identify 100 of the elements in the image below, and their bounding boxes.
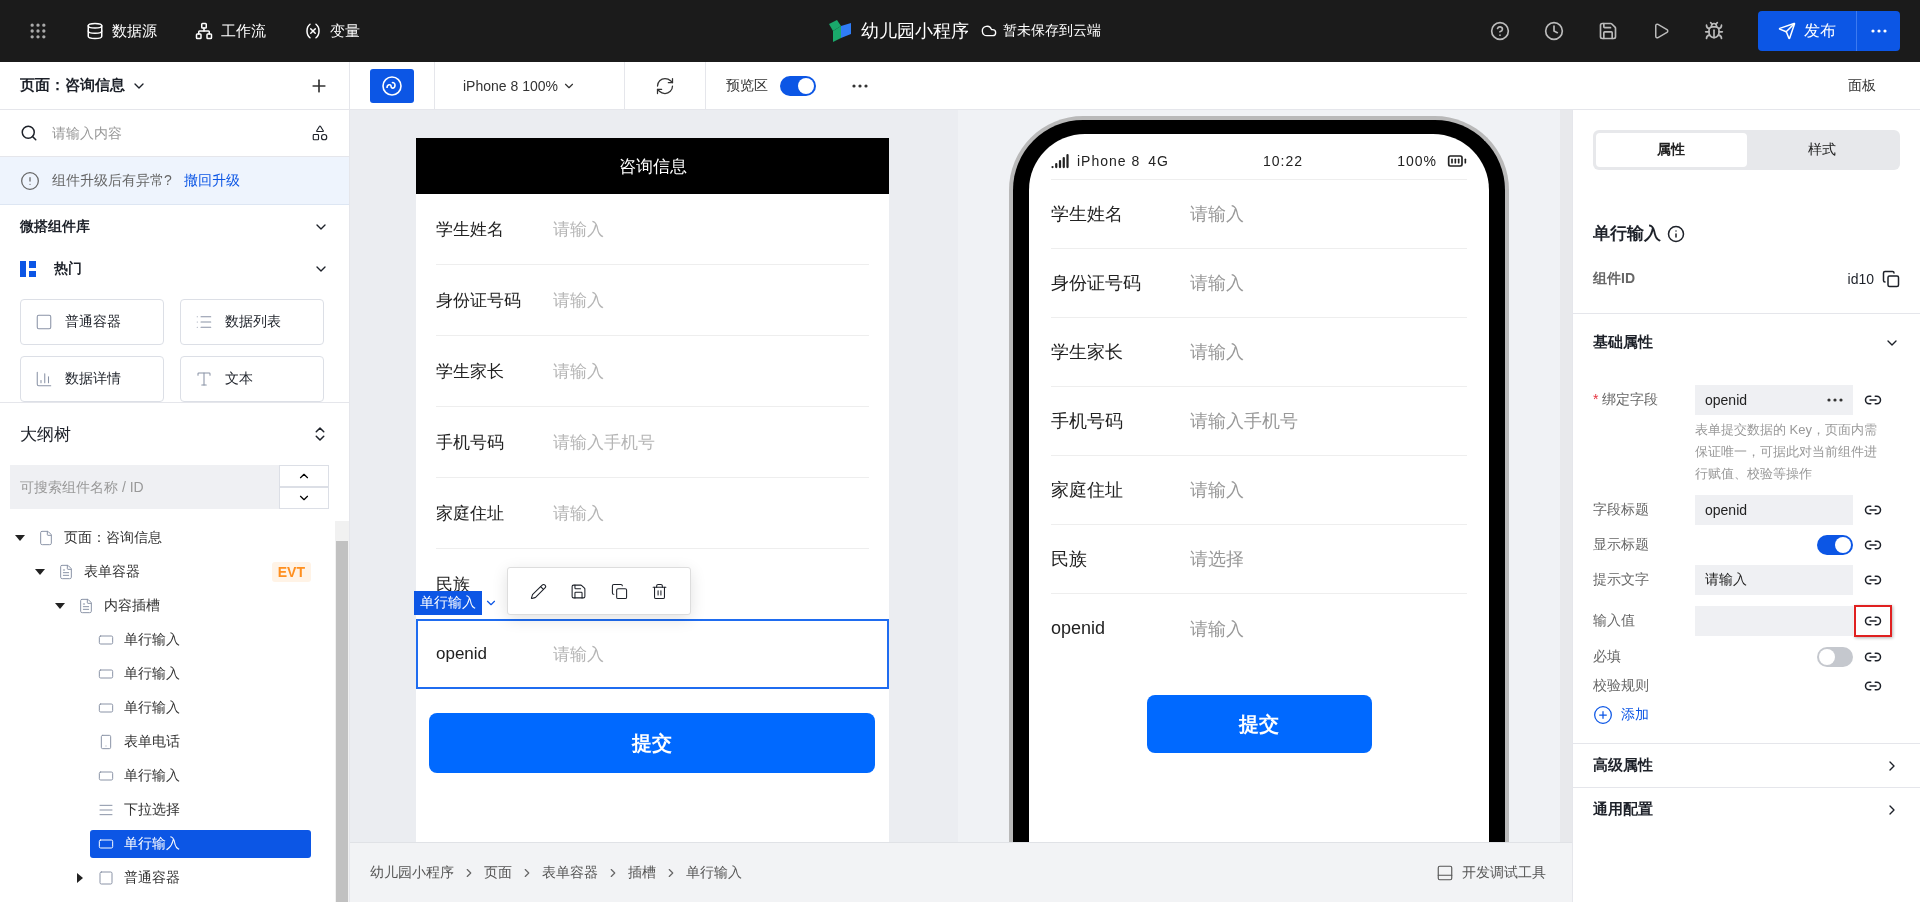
outline-search-field[interactable]: 可搜索组件名称 / ID bbox=[10, 465, 279, 509]
caret-icon[interactable] bbox=[15, 535, 25, 541]
caret-icon[interactable] bbox=[35, 569, 45, 575]
apps-grid-icon[interactable] bbox=[28, 21, 48, 41]
search-field[interactable]: 请输入内容 bbox=[50, 124, 299, 142]
form-header: 咨询信息 bbox=[416, 138, 889, 194]
field-label: 校验规则 bbox=[1593, 677, 1649, 695]
library-title: 微搭组件库 bbox=[20, 218, 90, 236]
field-label: 绑定字段 bbox=[1602, 391, 1659, 409]
debug-tools-button[interactable]: 开发调试工具 bbox=[1430, 862, 1552, 883]
binding-field[interactable]: openid bbox=[1695, 385, 1853, 415]
field-label: 手机号码 bbox=[436, 431, 504, 454]
caret-icon[interactable] bbox=[55, 603, 65, 609]
container-icon bbox=[98, 870, 114, 886]
field-label: 字段标题 bbox=[1593, 501, 1649, 519]
device-selector[interactable]: iPhone 8 100% bbox=[455, 77, 604, 94]
breadcrumb-link[interactable]: 页面 bbox=[484, 863, 512, 882]
input-field[interactable]: 请输入 bbox=[1695, 565, 1853, 595]
add-rule-button[interactable]: 添加 bbox=[1593, 705, 1920, 725]
signal-icon bbox=[1051, 151, 1069, 170]
more-icon[interactable] bbox=[851, 83, 868, 88]
tree-item[interactable]: 普通容器 bbox=[90, 864, 188, 892]
bug-icon[interactable] bbox=[1704, 21, 1724, 41]
input-field[interactable]: openid bbox=[1695, 495, 1853, 525]
tree-item[interactable]: 单行输入 bbox=[90, 762, 188, 790]
page-icon bbox=[38, 530, 54, 546]
more-icon[interactable] bbox=[1827, 398, 1843, 402]
help-icon[interactable] bbox=[1490, 21, 1510, 41]
field-label: 身份证号码 bbox=[1051, 272, 1141, 295]
id-value: id10 bbox=[1847, 271, 1874, 287]
shapes-icon[interactable] bbox=[311, 124, 329, 142]
tree-item[interactable]: 表单电话 bbox=[90, 728, 188, 756]
breadcrumb-link[interactable]: 表单容器 bbox=[542, 863, 598, 882]
page-selector[interactable]: 页面：咨询信息 bbox=[20, 76, 147, 95]
variable-icon bbox=[304, 22, 322, 40]
copy-icon[interactable] bbox=[610, 582, 628, 600]
component-card[interactable]: 普通容器 bbox=[20, 299, 164, 345]
component-title: 单行输入 bbox=[1593, 223, 1661, 245]
section-title[interactable]: 高级属性 bbox=[1593, 756, 1653, 775]
breadcrumb-link[interactable]: 插槽 bbox=[628, 863, 656, 882]
search-icon bbox=[20, 124, 38, 142]
notice-text: 组件升级后有异常? bbox=[52, 171, 172, 190]
component-card[interactable]: 文本 bbox=[180, 355, 324, 402]
info-icon[interactable] bbox=[1667, 224, 1685, 243]
breadcrumb-link[interactable]: 幼儿园小程序 bbox=[370, 863, 454, 882]
scrollbar[interactable] bbox=[1560, 110, 1572, 842]
tree-item[interactable]: 单行输入 bbox=[90, 694, 188, 722]
workflow-icon bbox=[195, 22, 213, 40]
input-icon bbox=[98, 632, 114, 648]
mini-program-button[interactable] bbox=[370, 68, 414, 103]
tree-item[interactable]: 单行输入 bbox=[90, 626, 188, 654]
nav-button[interactable]: 数据源 bbox=[86, 21, 157, 41]
tree-item[interactable]: 内容插槽 bbox=[70, 592, 168, 620]
play-icon[interactable] bbox=[1652, 22, 1670, 40]
undo-upgrade-link[interactable]: 撤回升级 bbox=[183, 171, 240, 190]
send-icon bbox=[1778, 22, 1796, 40]
tab[interactable]: 样式 bbox=[1746, 133, 1897, 167]
edit-icon[interactable] bbox=[529, 582, 547, 600]
tree-item[interactable]: 单行输入 bbox=[90, 830, 311, 858]
component-card[interactable]: 数据列表 bbox=[180, 299, 324, 345]
tab[interactable]: 属性 bbox=[1596, 133, 1747, 167]
field-label: 家庭住址 bbox=[1051, 479, 1123, 502]
event-badge: EVT bbox=[271, 562, 311, 582]
publish-button[interactable]: 发布 bbox=[1758, 11, 1856, 51]
tree-item[interactable]: 下拉选择 bbox=[90, 796, 188, 824]
alert-icon bbox=[20, 170, 40, 191]
submit-button[interactable]: 提交 bbox=[1146, 695, 1372, 753]
tree-item[interactable]: 单行输入 bbox=[90, 660, 188, 688]
input-icon bbox=[98, 700, 114, 716]
toggle-switch[interactable] bbox=[1817, 535, 1853, 555]
tree-item[interactable]: 页面：咨询信息 bbox=[30, 524, 170, 552]
input-icon bbox=[98, 768, 114, 784]
add-circle-icon bbox=[1593, 705, 1613, 725]
tree-item[interactable]: 表单容器 bbox=[50, 558, 148, 586]
field-label: 身份证号码 bbox=[436, 289, 521, 312]
selection-tag[interactable]: 单行输入 bbox=[414, 591, 482, 615]
save-icon[interactable] bbox=[570, 582, 588, 600]
cloud-icon bbox=[981, 23, 997, 39]
text-icon bbox=[195, 369, 213, 388]
nav-button[interactable]: 变量 bbox=[304, 21, 360, 41]
nav-button[interactable]: 工作流 bbox=[195, 21, 266, 41]
field-label: 必填 bbox=[1593, 648, 1621, 666]
panel-icon bbox=[1436, 863, 1454, 882]
section-title[interactable]: 通用配置 bbox=[1593, 800, 1653, 819]
scrollbar[interactable] bbox=[335, 521, 349, 902]
refresh-icon[interactable] bbox=[654, 75, 675, 96]
selected-form-row[interactable]: openid 请输入 bbox=[416, 619, 889, 689]
toggle-switch[interactable] bbox=[1817, 647, 1853, 667]
caret-icon[interactable] bbox=[77, 873, 83, 883]
toggle-switch[interactable] bbox=[779, 75, 816, 96]
save-icon[interactable] bbox=[1598, 21, 1618, 41]
clock-icon[interactable] bbox=[1544, 21, 1564, 41]
copy-icon[interactable] bbox=[1882, 270, 1900, 288]
delete-icon[interactable] bbox=[651, 582, 669, 600]
submit-button[interactable]: 提交 bbox=[429, 713, 875, 773]
breadcrumb-link[interactable]: 单行输入 bbox=[686, 863, 742, 882]
component-card[interactable]: 数据详情 bbox=[20, 355, 164, 402]
save-status: 暂未保存到云端 bbox=[1003, 22, 1101, 40]
panel-button[interactable]: 面板 bbox=[1842, 75, 1882, 96]
input-field[interactable] bbox=[1695, 606, 1853, 636]
